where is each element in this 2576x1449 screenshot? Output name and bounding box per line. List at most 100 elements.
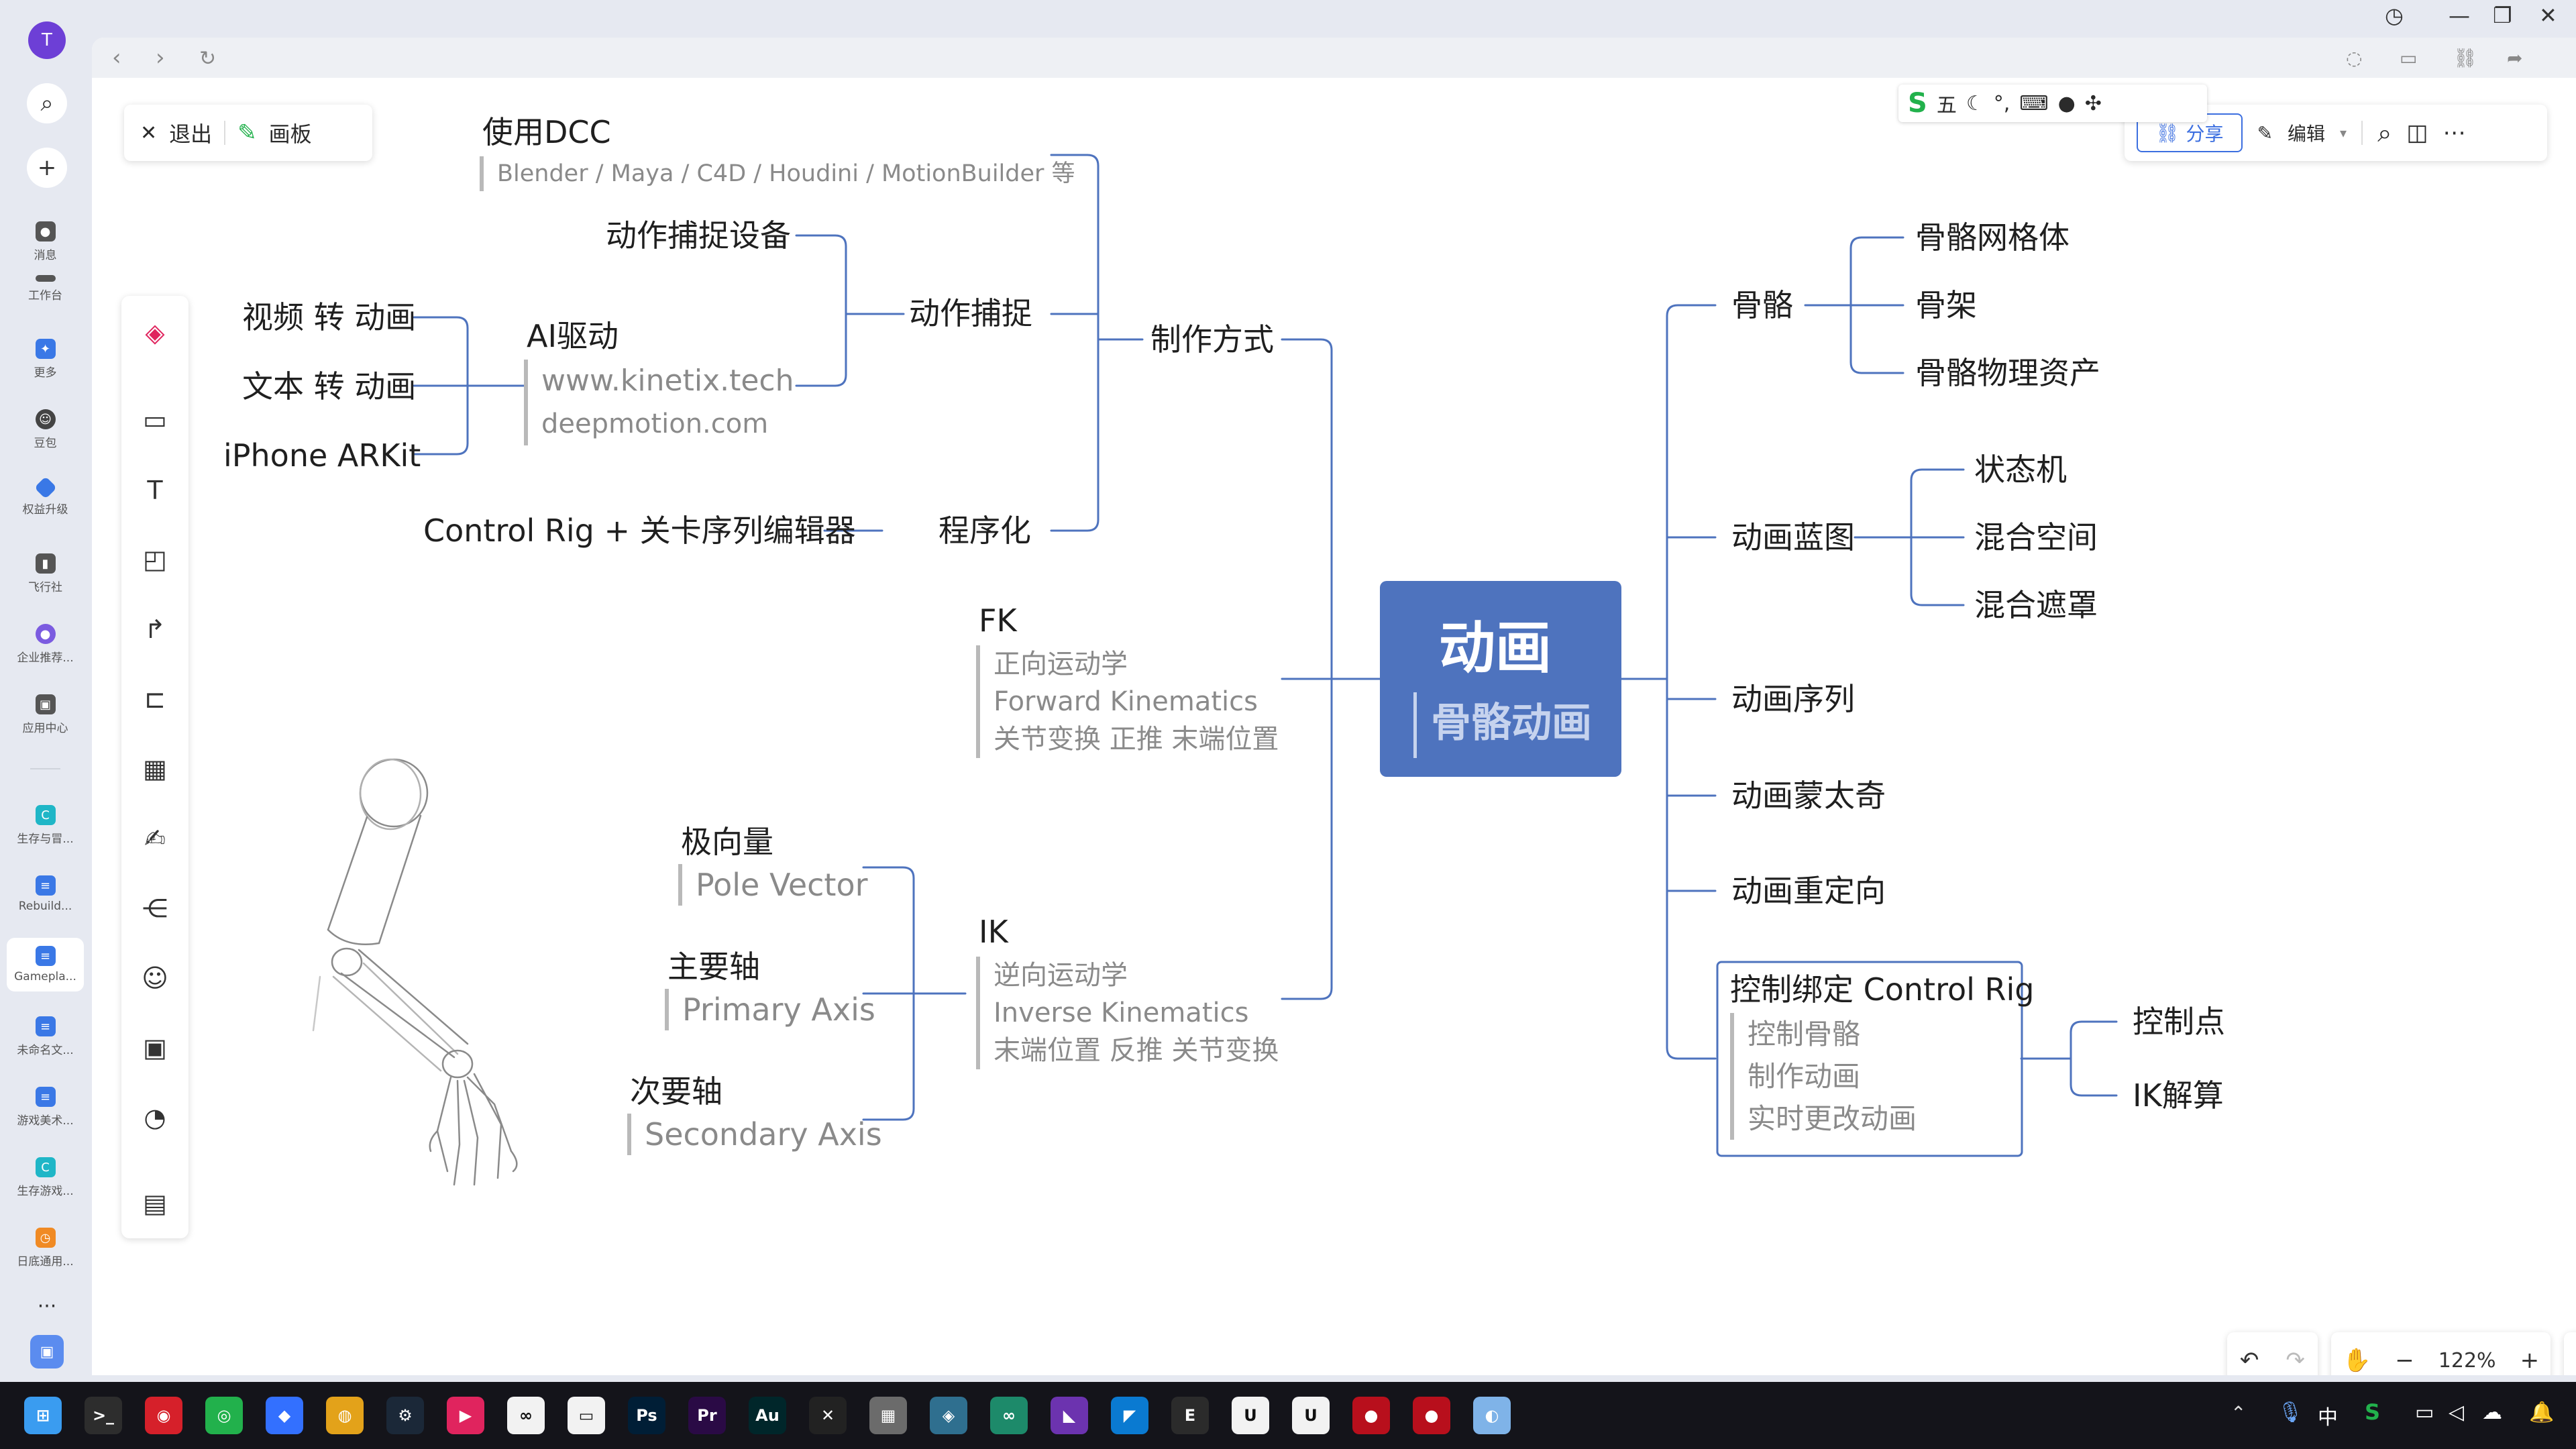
board-button[interactable]: 画板	[269, 117, 312, 148]
sidebar-item-more[interactable]: ✦ 更多	[0, 339, 91, 380]
comment-box-icon[interactable]: ▤	[121, 1180, 189, 1227]
node-iphone-arkit[interactable]: iPhone ARKit	[223, 440, 421, 471]
chevron-up-icon[interactable]: ⌃	[2231, 1402, 2246, 1424]
whiteboard-canvas[interactable]: 动画 骨骼动画 制作方式 使用DCC Blender / Maya / C4D …	[92, 78, 2576, 1375]
share-arrow-icon[interactable]: ➦	[2507, 47, 2522, 69]
record-icon-2[interactable]: ●	[1413, 1397, 1450, 1434]
node-pole-vector[interactable]: 极向量	[681, 826, 773, 857]
vscode-icon[interactable]: ◤	[1111, 1397, 1148, 1434]
network-icon[interactable]: ▭	[2415, 1401, 2434, 1424]
root-node[interactable]: 动画 骨骼动画	[1380, 581, 1621, 777]
calculator-icon[interactable]: ▦	[869, 1397, 907, 1434]
keyboard-icon[interactable]: ⌨	[2019, 92, 2048, 115]
node-ik-solve[interactable]: IK解算	[2133, 1080, 2224, 1111]
hand-icon[interactable]: ✋	[2343, 1347, 2371, 1374]
zoom-out-icon[interactable]: −	[2395, 1347, 2414, 1374]
sidebar-doc-rebuild[interactable]: ≡ Rebuild...	[0, 875, 91, 913]
app-gradient-icon[interactable]: ◐	[1473, 1397, 1511, 1434]
node-fk[interactable]: FK	[979, 605, 1017, 636]
undo-icon[interactable]: ↶	[2240, 1347, 2259, 1374]
node-state-machine[interactable]: 状态机	[1974, 454, 2067, 485]
vr-icon[interactable]: ▭	[568, 1397, 605, 1434]
pen-icon[interactable]: ✍	[121, 815, 189, 862]
restore-icon[interactable]: ❐	[2493, 3, 2512, 28]
record-icon-1[interactable]: ●	[1352, 1397, 1390, 1434]
unreal-icon-1[interactable]: U	[1232, 1397, 1269, 1434]
add-icon[interactable]: +	[27, 148, 67, 188]
site-kinetix[interactable]: www.kinetix.tech	[541, 360, 794, 402]
minimize-icon[interactable]: —	[2449, 3, 2470, 28]
more-icon[interactable]: ⋯	[2443, 119, 2466, 146]
sidebar-item-workbench[interactable]: 工作台	[0, 275, 91, 303]
sidebar-doc-gameplay[interactable]: ≡ Gamepla...	[7, 938, 84, 991]
node-physics-asset[interactable]: 骨骼物理资产	[1915, 358, 2100, 388]
meta-icon[interactable]: ∞	[507, 1397, 545, 1434]
user-avatar[interactable]: T	[28, 21, 66, 59]
frame-icon[interactable]: ⊏	[121, 676, 189, 722]
comment-icon[interactable]: ◌	[2346, 47, 2362, 69]
search-icon[interactable]: ⌕	[2377, 118, 2392, 148]
text-icon[interactable]: T	[121, 467, 189, 514]
bottom-app-icon[interactable]: ▣	[30, 1335, 64, 1368]
node-skeleton[interactable]: 骨骼	[1731, 290, 1793, 321]
help-icon[interactable]: ?	[2564, 1332, 2576, 1375]
app-green-icon[interactable]: ∞	[990, 1397, 1028, 1434]
back-icon[interactable]: ‹	[112, 44, 121, 71]
node-control-rig[interactable]: 控制绑定 Control Rig	[1730, 974, 2034, 1005]
shapes-icon[interactable]: ◈	[121, 309, 189, 356]
sidebar-item-doubao[interactable]: ☺ 豆包	[0, 409, 91, 450]
zoom-level[interactable]: 122%	[2438, 1349, 2496, 1373]
node-production[interactable]: 制作方式	[1150, 324, 1274, 355]
node-secondary-axis[interactable]: 次要轴	[630, 1076, 722, 1107]
map-app-icon[interactable]: ◈	[930, 1397, 967, 1434]
redo-icon[interactable]: ↷	[2286, 1347, 2305, 1374]
save-icon[interactable]: ◫	[2406, 119, 2428, 146]
ime-mode[interactable]: 五	[1937, 89, 1957, 118]
node-procedural[interactable]: 程序化	[938, 515, 1031, 546]
connector-icon[interactable]: ↱	[121, 606, 189, 653]
wechat-icon[interactable]: ◎	[205, 1397, 243, 1434]
mindmap-icon[interactable]: ⋲	[121, 885, 189, 932]
node-skeleton-asset[interactable]: 骨架	[1915, 290, 1977, 321]
history-icon[interactable]: ◷	[2385, 3, 2404, 28]
premiere-icon[interactable]: Pr	[688, 1397, 726, 1434]
site-deepmotion[interactable]: deepmotion.com	[541, 402, 794, 445]
punctuation-icon[interactable]: °,	[1994, 92, 2010, 115]
node-ik[interactable]: IK	[979, 916, 1008, 947]
rectangle-icon[interactable]: ▭	[121, 396, 189, 443]
node-control-point[interactable]: 控制点	[2133, 1006, 2225, 1037]
cloud-icon[interactable]: ☁	[2482, 1401, 2502, 1424]
sidebar-item-flying[interactable]: ▮ 飞行社	[0, 553, 91, 594]
visual-studio-icon[interactable]: ◣	[1051, 1397, 1088, 1434]
forward-icon[interactable]: ›	[156, 44, 165, 71]
volume-icon[interactable]: ◁	[2449, 1401, 2464, 1424]
chrome-icon[interactable]: ◍	[326, 1397, 364, 1434]
node-primary-axis[interactable]: 主要轴	[667, 951, 760, 982]
sidebar-item-messages[interactable]: ● 消息	[0, 221, 91, 262]
epic-games-icon[interactable]: E	[1171, 1397, 1209, 1434]
node-anim-blueprint[interactable]: 动画蓝图	[1731, 522, 1855, 553]
close-icon[interactable]: ✕	[140, 121, 157, 145]
netease-music-icon[interactable]: ◉	[145, 1397, 182, 1434]
moon-icon[interactable]: ☾	[1966, 92, 1984, 115]
sticker-icon[interactable]: ☺	[121, 955, 189, 1002]
node-ai-driven[interactable]: AI驱动	[527, 321, 619, 352]
sidebar-doc-common[interactable]: ◷ 日底通用...	[0, 1228, 91, 1269]
window-icon[interactable]: ▭	[2400, 47, 2417, 69]
sogou-tray-icon[interactable]: S	[2365, 1399, 2380, 1425]
user-icon[interactable]: ●	[2058, 92, 2076, 115]
node-video-to-anim[interactable]: 视频 转 动画	[242, 302, 416, 333]
terminal-icon[interactable]: >_	[85, 1397, 122, 1434]
sidebar-doc-survival[interactable]: C 生存与冒...	[0, 805, 91, 846]
chevron-down-icon[interactable]: ▾	[2340, 125, 2347, 141]
search-icon[interactable]: ⌕	[27, 83, 67, 123]
refresh-icon[interactable]: ↻	[199, 47, 216, 70]
node-blend-space[interactable]: 混合空间	[1974, 522, 2098, 553]
node-text-to-anim[interactable]: 文本 转 动画	[242, 371, 416, 402]
node-anim-retarget[interactable]: 动画重定向	[1731, 875, 1886, 906]
unreal-icon-2[interactable]: U	[1292, 1397, 1330, 1434]
node-blend-mask[interactable]: 混合遮罩	[1974, 590, 2098, 621]
exit-button[interactable]: 退出	[169, 117, 212, 148]
audition-icon[interactable]: Au	[749, 1397, 786, 1434]
sidebar-doc-untitled[interactable]: ≡ 未命名文...	[0, 1016, 91, 1057]
